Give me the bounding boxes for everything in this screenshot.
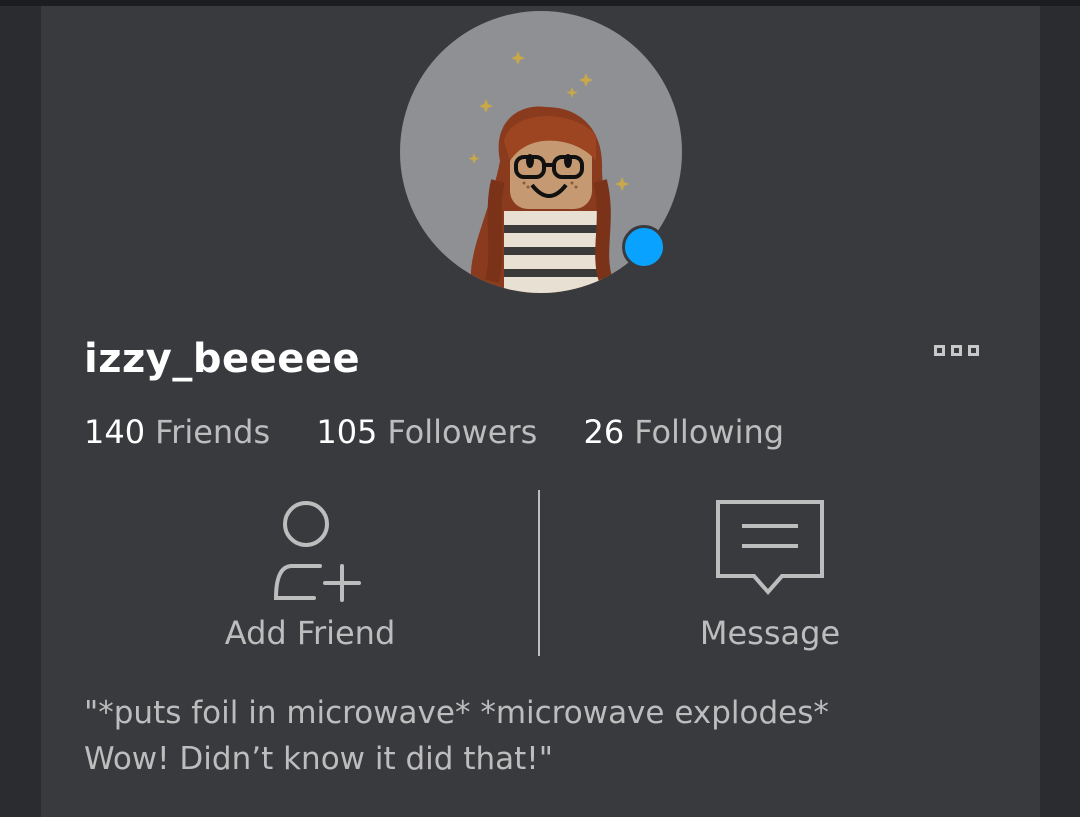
actions-divider xyxy=(538,490,540,656)
more-options-icon xyxy=(968,344,979,356)
avatar[interactable] xyxy=(400,11,682,293)
stat-label: Following xyxy=(634,413,785,451)
add-friend-icon xyxy=(273,501,361,602)
online-status-indicator xyxy=(622,225,666,269)
stat-count: 105 xyxy=(316,413,378,451)
more-options-icon xyxy=(951,344,962,356)
more-options-button[interactable] xyxy=(934,340,1004,360)
stat-count: 140 xyxy=(84,413,146,451)
message-icon xyxy=(716,500,824,596)
message-label: Message xyxy=(699,614,841,652)
stat-count: 26 xyxy=(583,413,625,451)
bio-line: "*puts foil in microwave* *microwave exp… xyxy=(84,695,829,731)
stat-label: Followers xyxy=(387,413,538,451)
add-friend-label: Add Friend xyxy=(224,614,396,652)
more-options-icon xyxy=(934,344,945,356)
profile-bio: "*puts foil in microwave* *microwave exp… xyxy=(84,690,984,782)
bio-line: Wow! Didn’t know it did that!" xyxy=(84,741,553,777)
profile-stats: 140 Friends 105 Followers 26 Following xyxy=(84,413,820,451)
stat-followers[interactable]: 105 Followers xyxy=(316,413,537,451)
stat-label: Friends xyxy=(155,413,271,451)
stat-friends[interactable]: 140 Friends xyxy=(84,413,270,451)
stat-following[interactable]: 26 Following xyxy=(583,413,784,451)
username: izzy_beeeee xyxy=(84,336,361,382)
